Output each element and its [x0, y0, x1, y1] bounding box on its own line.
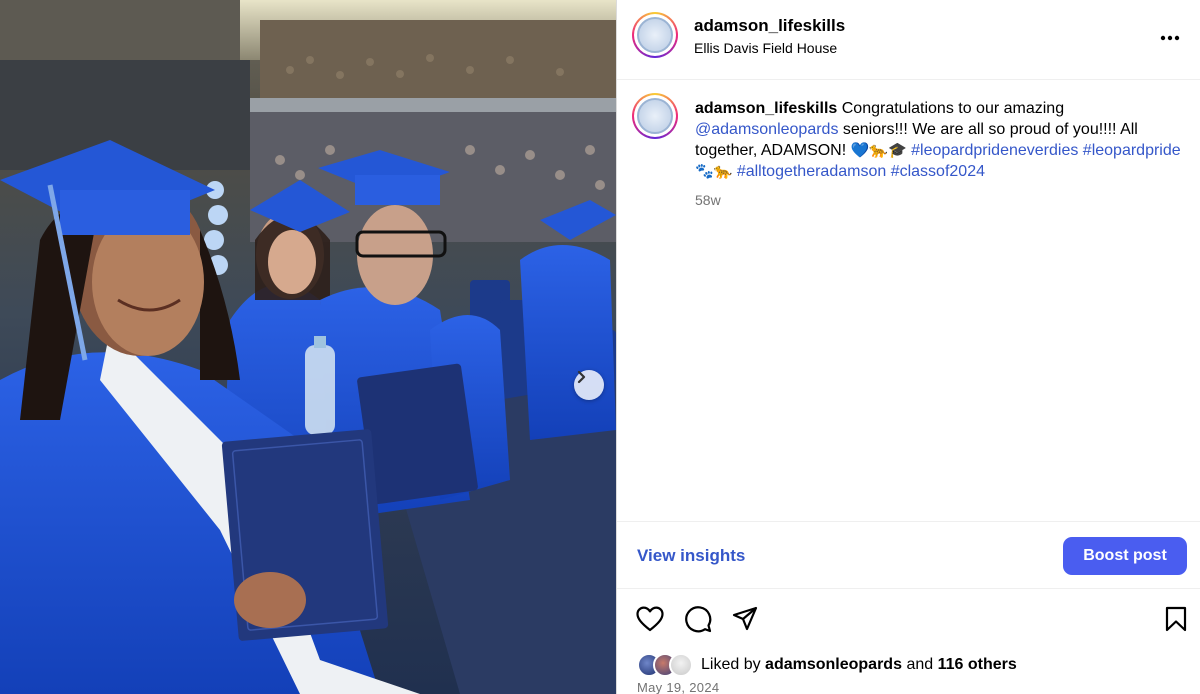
- more-options-button[interactable]: [1158, 26, 1182, 50]
- post-header: adamson_lifeskills Ellis Davis Field Hou…: [617, 0, 1200, 80]
- likes-others-link[interactable]: 116 others: [938, 656, 1017, 674]
- header-username[interactable]: adamson_lifeskills: [694, 16, 845, 36]
- share-button[interactable]: [730, 604, 760, 634]
- graduation-photo: [0, 0, 616, 694]
- emoji-group: 💙🐆🎓: [850, 141, 907, 159]
- likes-prefix: Liked by: [701, 656, 761, 673]
- action-bar: [617, 600, 1200, 642]
- post-location[interactable]: Ellis Davis Field House: [694, 40, 837, 56]
- hashtag-link[interactable]: #classof2024: [891, 163, 985, 180]
- post-caption: adamson_lifeskills Congratulations to ou…: [695, 98, 1185, 182]
- likes-summary: Liked by adamsonleopards and 116 others: [637, 652, 1017, 678]
- post-photo[interactable]: [0, 0, 616, 694]
- bookmark-icon: [1165, 606, 1187, 632]
- caption-mention[interactable]: @adamsonleopards: [695, 121, 838, 138]
- liker-username[interactable]: adamsonleopards: [765, 656, 902, 674]
- insights-bar: View insights Boost post: [617, 521, 1200, 589]
- hashtag-link[interactable]: #leopardprideneverdies: [911, 142, 1078, 159]
- avatar: [669, 653, 693, 677]
- liker-avatars[interactable]: [637, 653, 697, 677]
- hashtag-link[interactable]: #leopardpride: [1083, 142, 1181, 159]
- hashtag-link[interactable]: #alltogetheradamson: [737, 163, 886, 180]
- school-logo: [637, 17, 673, 53]
- caption-avatar[interactable]: [632, 93, 678, 139]
- view-insights-link[interactable]: View insights: [637, 546, 745, 566]
- like-button[interactable]: [635, 604, 665, 634]
- carousel-next-button[interactable]: [574, 370, 604, 400]
- caption-text: Congratulations to our amazing: [837, 100, 1065, 117]
- post-date: May 19, 2024: [637, 680, 720, 694]
- share-icon: [732, 606, 758, 631]
- comment-button[interactable]: [683, 604, 713, 634]
- more-horizontal-icon: [1160, 35, 1180, 41]
- emoji-group: 🐾🐆: [695, 162, 733, 180]
- boost-post-button[interactable]: Boost post: [1063, 537, 1187, 575]
- heart-icon: [636, 606, 664, 632]
- post-time-ago[interactable]: 58w: [695, 192, 721, 208]
- save-button[interactable]: [1161, 604, 1191, 634]
- post-panel: adamson_lifeskills Ellis Davis Field Hou…: [616, 0, 1200, 694]
- caption-username[interactable]: adamson_lifeskills: [695, 100, 837, 117]
- comment-icon: [685, 606, 712, 633]
- profile-avatar[interactable]: [632, 12, 678, 58]
- chevron-right-icon: [577, 370, 586, 384]
- likes-middle: and: [906, 656, 934, 673]
- school-logo: [637, 98, 673, 134]
